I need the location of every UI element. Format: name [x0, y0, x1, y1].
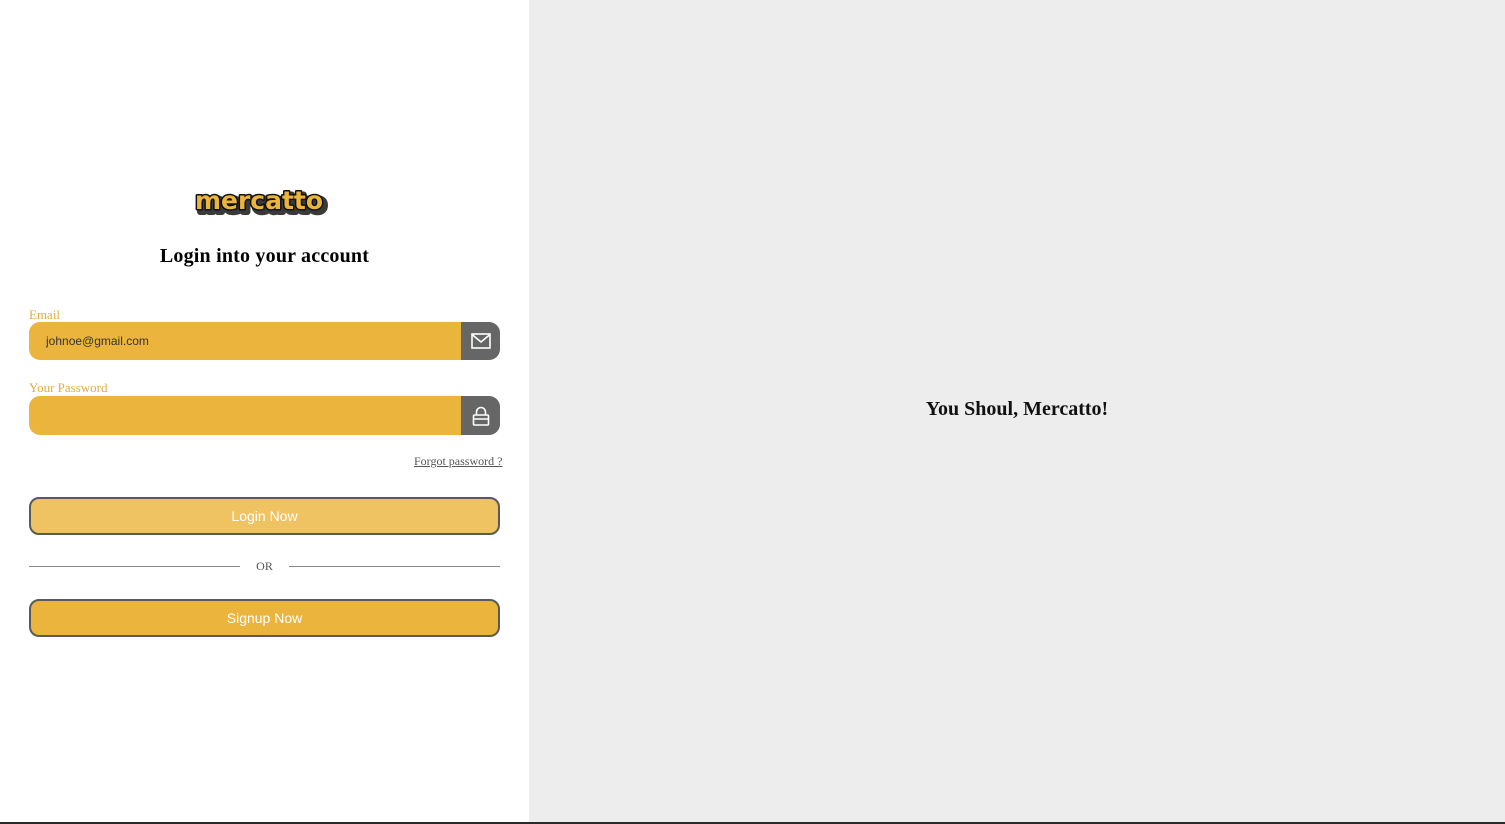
login-panel: mercatto mercatto Login into your accoun… — [0, 0, 529, 822]
signup-button[interactable]: Signup Now — [29, 599, 500, 637]
password-field-group — [29, 396, 500, 435]
forgot-password-link[interactable]: Forgot password ? — [414, 454, 502, 469]
mercatto-logo: mercatto mercatto — [190, 186, 330, 222]
email-field-group — [29, 322, 500, 360]
email-label: Email — [29, 307, 61, 322]
or-divider: OR — [29, 559, 500, 575]
mail-icon — [461, 322, 500, 360]
password-label: Your Password — [29, 380, 108, 395]
svg-text:mercatto: mercatto — [195, 186, 323, 215]
page-title: Login into your account — [159, 245, 370, 267]
hero-panel: You Shoul, Mercatto! — [529, 0, 1505, 822]
hero-message: You Shoul, Mercatto! — [925, 397, 1109, 420]
password-field[interactable] — [29, 396, 461, 435]
login-button[interactable]: Login Now — [29, 497, 500, 535]
divider-line-right — [289, 566, 500, 567]
login-page: mercatto mercatto Login into your accoun… — [0, 0, 1505, 824]
lock-icon — [461, 396, 500, 435]
email-field[interactable] — [29, 322, 461, 360]
